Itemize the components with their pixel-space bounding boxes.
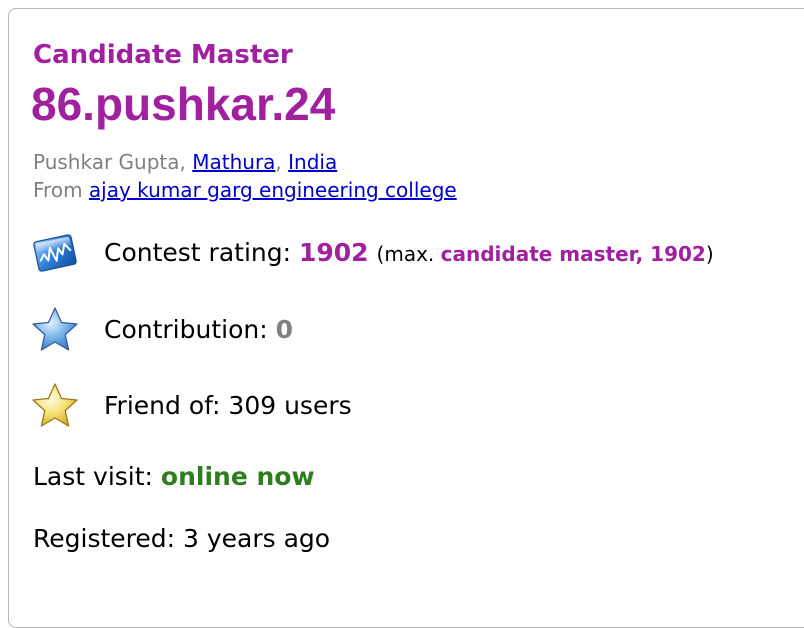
friend-of-row: Friend of: 309 users <box>30 381 352 431</box>
contribution-label: Contribution: <box>104 315 268 344</box>
max-rating-rank: candidate master, 1902 <box>440 241 706 266</box>
contest-rating-text: Contest rating: 1902 (max. candidate mas… <box>104 238 714 269</box>
registered-row: Registered: 3 years ago <box>33 524 330 554</box>
friend-of-label: Friend of: <box>104 391 221 420</box>
gold-star-icon <box>32 383 78 427</box>
contest-rating-row: Contest rating: 1902 (max. candidate mas… <box>30 228 714 278</box>
user-rank: Candidate Master <box>33 40 293 70</box>
registered-value: 3 years ago <box>183 524 331 553</box>
contribution-value: 0 <box>275 315 294 344</box>
user-handle[interactable]: 86.pushkar.24 <box>31 78 335 130</box>
user-location-line: Pushkar Gupta, Mathura, India <box>33 150 338 174</box>
user-full-name: Pushkar Gupta <box>33 150 180 174</box>
rating-chart-icon <box>33 234 77 272</box>
contribution-row: Contribution: 0 <box>30 305 293 355</box>
blue-star-icon <box>32 307 78 351</box>
max-rating-prefix: (max. <box>376 241 435 266</box>
friend-of-text: Friend of: 309 users <box>104 391 352 421</box>
registered-label: Registered: <box>33 524 176 553</box>
last-visit-value: online now <box>160 462 315 491</box>
contest-rating-value: 1902 <box>299 237 369 267</box>
last-visit-row: Last visit: online now <box>33 462 315 492</box>
city-link[interactable]: Mathura <box>192 150 275 174</box>
contribution-text: Contribution: 0 <box>104 315 293 345</box>
last-visit-label: Last visit: <box>33 462 153 491</box>
contest-rating-label: Contest rating: <box>104 237 292 267</box>
country-link[interactable]: India <box>288 150 337 174</box>
max-rating-suffix: ) <box>705 241 714 266</box>
organization-link[interactable]: ajay kumar garg engineering college <box>89 178 457 202</box>
friend-of-value: 309 users <box>228 391 352 420</box>
user-organization-line: From ajay kumar garg engineering college <box>33 178 457 202</box>
from-label: From <box>33 178 83 202</box>
